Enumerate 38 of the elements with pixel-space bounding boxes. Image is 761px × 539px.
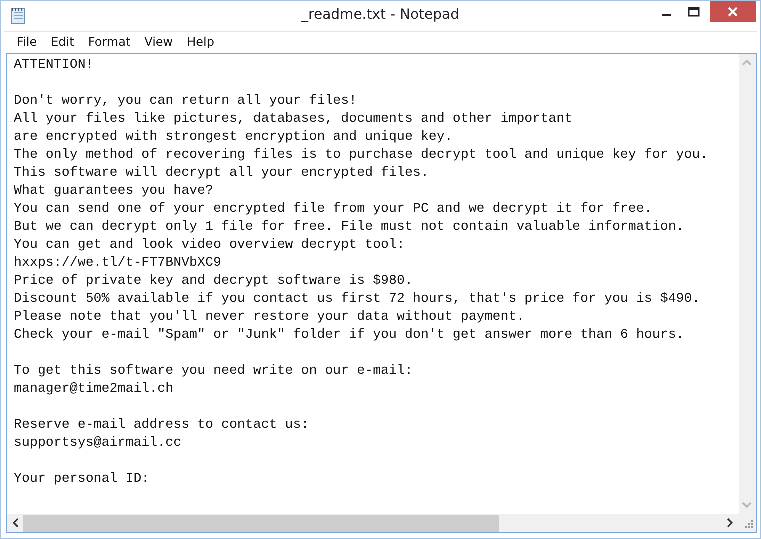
text-line: You can send one of your encrypted file from your PC and we decrypt it for free. bbox=[14, 200, 654, 218]
text-line: This software will decrypt all your encrypted files. bbox=[14, 164, 430, 182]
minimize-icon bbox=[662, 14, 670, 16]
text-line: are encrypted with strongest encryption and unique key. bbox=[14, 128, 454, 146]
notepad-icon bbox=[11, 7, 27, 25]
text-line: Reserve e-mail address to contact us: bbox=[14, 416, 310, 434]
text-line: To get this software you need write on our e-mail: bbox=[14, 362, 414, 380]
horizontal-scrollbar[interactable] bbox=[7, 514, 739, 532]
text-line: ATTENTION! bbox=[14, 56, 95, 74]
text-line: What guarantees you have? bbox=[14, 182, 214, 200]
text-line: Your personal ID: bbox=[14, 470, 151, 488]
scroll-left-icon[interactable] bbox=[13, 518, 19, 528]
menu-item[interactable]: View bbox=[138, 35, 180, 49]
text-line: manager@time2mail.ch bbox=[14, 380, 175, 398]
scroll-up-icon[interactable] bbox=[742, 60, 752, 66]
scroll-down-icon[interactable] bbox=[742, 502, 752, 508]
close-button[interactable] bbox=[710, 1, 756, 22]
maximize-icon bbox=[688, 6, 700, 16]
scrollbar-thumb[interactable] bbox=[23, 514, 499, 532]
window-title: _readme.txt - Notepad bbox=[302, 7, 460, 23]
text-line: Don't worry, you can return all your files! bbox=[14, 92, 358, 110]
scroll-right-icon[interactable] bbox=[727, 518, 733, 528]
close-icon bbox=[727, 6, 739, 16]
text-line: supportsys@airmail.cc bbox=[14, 434, 183, 452]
text-line: hxxps://we.tl/t-FT7BNVbXC9 bbox=[14, 254, 222, 272]
text-line: You can get and look video overview decrypt tool: bbox=[14, 236, 406, 254]
menu-item[interactable]: Format bbox=[81, 35, 138, 49]
menu-item[interactable]: Edit bbox=[44, 35, 82, 49]
text-line: Discount 50% available if you contact us first 72 hours, that's price for you is $490. bbox=[14, 290, 702, 308]
menu-item[interactable]: Help bbox=[180, 35, 222, 49]
menu-item[interactable]: File bbox=[10, 35, 44, 49]
text-line: Check your e-mail "Spam" or "Junk" folder if you don't get answer more than 6 hours. bbox=[14, 326, 686, 344]
text-line: The only method of recovering files is to purchase decrypt tool and unique key for you. bbox=[14, 146, 710, 164]
text-line: All your files like pictures, databases, documents and other important bbox=[14, 110, 574, 128]
text-line: Please note that you'll never restore your data without payment. bbox=[14, 308, 526, 326]
text-line: But we can decrypt only 1 file for free. File must not contain valuable information. bbox=[14, 218, 686, 236]
text-line: Price of private key and decrypt software is $980. bbox=[14, 272, 414, 290]
vertical-scrollbar[interactable] bbox=[739, 54, 756, 514]
